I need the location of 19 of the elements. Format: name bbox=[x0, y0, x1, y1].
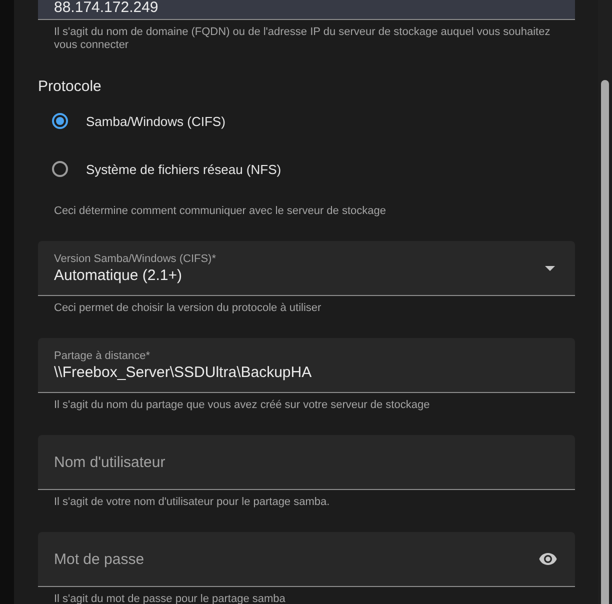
helper-text: Il s'agit du nom de domaine (FQDN) ou de l'adresse IP du serveur de stockage auquel vous souhaitez vous connecter bbox=[53, 25, 552, 52]
radio-button[interactable] bbox=[52, 161, 68, 177]
select-field[interactable]: Version Samba/Windows (CIFS)* Automatique (2.1+) bbox=[38, 241, 575, 296]
input-field[interactable]: Partage à distance* \\Freebox_Server\SSDUltra\BackupHA bbox=[38, 338, 575, 393]
password-field[interactable]: Mot de passe bbox=[38, 532, 575, 587]
helper-text: Ceci détermine comment communiquer avec le serveur de stockage bbox=[53, 204, 387, 218]
radio-button[interactable] bbox=[52, 113, 68, 129]
helper-text: Il s'agit du mot de passe pour le partage samba bbox=[53, 592, 286, 604]
helper-text: Il s'agit du nom du partage que vous avez créé sur votre serveur de stockage bbox=[53, 398, 431, 412]
eye-icon[interactable] bbox=[539, 553, 557, 565]
input-field[interactable]: 88.174.172.249 bbox=[38, 0, 575, 20]
section-title: Protocole bbox=[38, 78, 102, 95]
radio-label[interactable]: Système de fichiers réseau (NFS) bbox=[86, 162, 282, 176]
radio-label[interactable]: Samba/Windows (CIFS) bbox=[86, 114, 226, 128]
dropdown-caret-icon bbox=[545, 266, 555, 270]
helper-text: Il s'agit de votre nom d'utilisateur pour le partage samba. bbox=[53, 495, 331, 509]
helper-text: Ceci permet de choisir la version du protocole à utiliser bbox=[53, 301, 322, 315]
input-field[interactable]: Nom d'utilisateur bbox=[38, 435, 575, 490]
scrollbar-thumb[interactable] bbox=[601, 80, 609, 604]
